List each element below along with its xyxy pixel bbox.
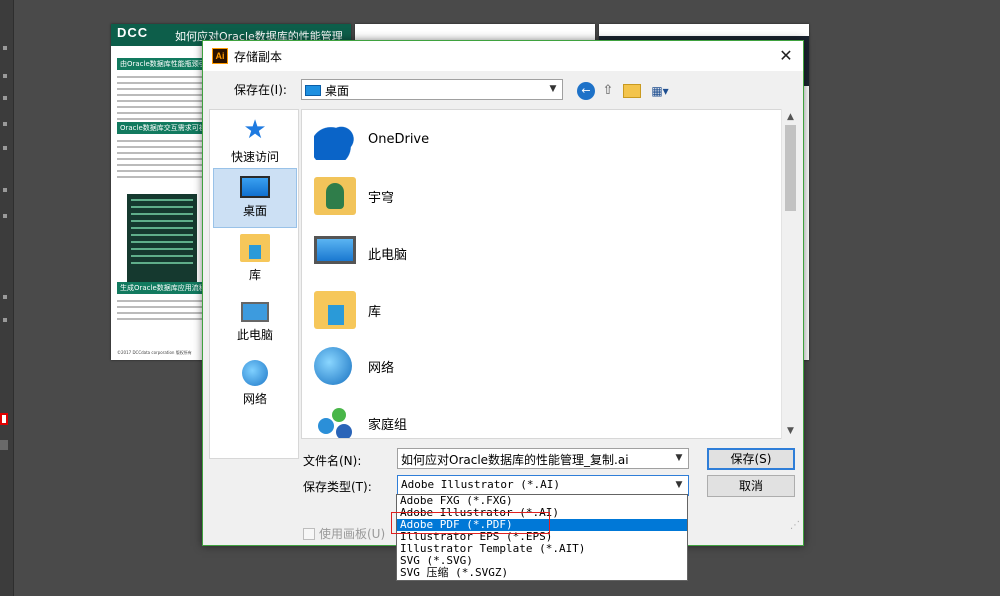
filetype-dropdown-list: Adobe FXG (*.FXG) Adobe Illustrator (*.A… — [396, 494, 688, 581]
list-item[interactable]: 家庭组 — [310, 398, 760, 438]
resize-grip-icon[interactable]: ⋰ — [790, 520, 804, 542]
network-icon — [314, 347, 352, 385]
place-label: 库 — [248, 268, 261, 282]
use-artboards-label: 使用画板(U) — [319, 527, 386, 541]
place-desktop[interactable]: 桌面 — [213, 168, 297, 228]
filetype-label: 保存类型(T): — [303, 480, 372, 494]
scrollbar-thumb[interactable] — [785, 125, 796, 211]
list-item[interactable]: 网络 — [310, 341, 760, 391]
list-item[interactable]: 此电脑 — [310, 228, 760, 278]
filename-input[interactable]: 如何应对Oracle数据库的性能管理_复制.ai ▼ — [397, 448, 689, 469]
save-in-value: 桌面 — [325, 84, 350, 98]
tool-marker[interactable] — [3, 295, 7, 299]
tool-marker[interactable] — [3, 74, 7, 78]
library-icon — [314, 291, 356, 329]
file-name: OneDrive — [368, 132, 430, 147]
place-label: 快速访问 — [230, 150, 279, 164]
dialog-titlebar[interactable]: Ai 存储副本 ✕ — [203, 41, 803, 71]
chevron-down-icon[interactable]: ▼ — [546, 82, 560, 97]
cancel-button[interactable]: 取消 — [707, 475, 795, 497]
scroll-down-icon[interactable]: ▼ — [782, 423, 799, 439]
annotation-highlight-box — [391, 512, 550, 534]
stroke-color-swatch[interactable] — [0, 440, 8, 450]
document-screenshot-image — [127, 194, 197, 289]
chevron-down-icon[interactable]: ▼ — [672, 478, 686, 493]
save-button[interactable]: 保存(S) — [707, 448, 795, 470]
filetype-select[interactable]: Adobe Illustrator (*.AI) ▼ — [397, 475, 689, 496]
list-item[interactable]: 库 — [310, 285, 760, 335]
user-folder-icon — [314, 177, 356, 215]
place-label: 此电脑 — [236, 328, 273, 342]
dialog-title: 存储副本 — [234, 50, 283, 64]
scroll-up-icon[interactable]: ▲ — [782, 109, 799, 125]
document-footer: ©2017 DCCdata corporation 版权所有 — [117, 350, 192, 355]
desktop-small-icon — [305, 85, 321, 96]
this-pc-icon — [241, 302, 269, 322]
place-label: 网络 — [242, 392, 267, 406]
file-list-scrollbar[interactable]: ▲ ▼ — [781, 109, 798, 439]
list-item[interactable]: OneDrive — [310, 116, 760, 166]
save-in-label: 保存在(I): — [234, 83, 287, 97]
place-library[interactable]: 库 — [213, 230, 297, 290]
new-folder-icon[interactable] — [623, 84, 641, 98]
this-pc-icon — [314, 236, 356, 264]
file-name: 宇穹 — [368, 191, 395, 206]
desktop-icon — [240, 176, 270, 198]
tool-marker[interactable] — [3, 122, 7, 126]
filename-label: 文件名(N): — [303, 454, 362, 468]
place-this-pc[interactable]: 此电脑 — [213, 294, 297, 354]
onedrive-cloud-icon — [314, 122, 356, 160]
file-name: 家庭组 — [368, 418, 408, 433]
document-logo: DCC — [117, 25, 149, 40]
place-label: 桌面 — [242, 204, 267, 218]
list-item[interactable]: 宇穹 — [310, 171, 760, 221]
chevron-down-icon[interactable]: ▼ — [672, 451, 686, 466]
document-text-lines — [117, 76, 207, 124]
close-button[interactable]: ✕ — [769, 41, 803, 71]
save-in-combo[interactable]: 桌面 ▼ — [301, 79, 563, 100]
fill-color-swatch[interactable] — [0, 413, 8, 425]
tool-marker[interactable] — [3, 214, 7, 218]
filetype-option[interactable]: SVG 压缩 (*.SVGZ) — [397, 567, 687, 579]
tool-marker[interactable] — [3, 46, 7, 50]
filename-value: 如何应对Oracle数据库的性能管理_复制.ai — [401, 453, 629, 467]
tool-marker[interactable] — [3, 146, 7, 150]
document-text-lines — [117, 300, 207, 324]
save-copy-dialog: Ai 存储副本 ✕ 保存在(I): 桌面 ▼ ← ⇧ ▦▾ ★ 快速访问 桌面 … — [202, 40, 804, 546]
file-name: 库 — [368, 305, 382, 320]
back-arrow-icon[interactable]: ← — [577, 82, 595, 100]
place-network[interactable]: 网络 — [213, 356, 297, 416]
file-list: OneDrive 宇穹 此电脑 库 网络 家庭组 — [301, 109, 797, 439]
tool-marker[interactable] — [3, 96, 7, 100]
place-quick-access[interactable]: ★ 快速访问 — [213, 112, 297, 172]
tool-marker[interactable] — [3, 188, 7, 192]
network-icon — [242, 360, 268, 386]
places-bar: ★ 快速访问 桌面 库 此电脑 网络 — [209, 109, 299, 459]
view-menu-icon[interactable]: ▦▾ — [648, 82, 672, 100]
library-icon — [240, 234, 270, 262]
file-name: 此电脑 — [368, 248, 408, 263]
use-artboards-checkbox[interactable] — [303, 528, 315, 540]
left-toolbar — [0, 0, 14, 596]
filetype-value: Adobe Illustrator (*.AI) — [401, 478, 560, 491]
file-name: 网络 — [368, 361, 395, 376]
up-folder-icon[interactable]: ⇧ — [599, 82, 617, 100]
quick-access-star-icon: ★ — [243, 115, 267, 145]
illustrator-app-icon: Ai — [212, 48, 228, 64]
document-text-lines — [117, 140, 207, 182]
use-artboards-option[interactable]: 使用画板(U) — [303, 525, 385, 542]
tool-marker[interactable] — [3, 318, 7, 322]
homegroup-icon — [314, 404, 356, 438]
